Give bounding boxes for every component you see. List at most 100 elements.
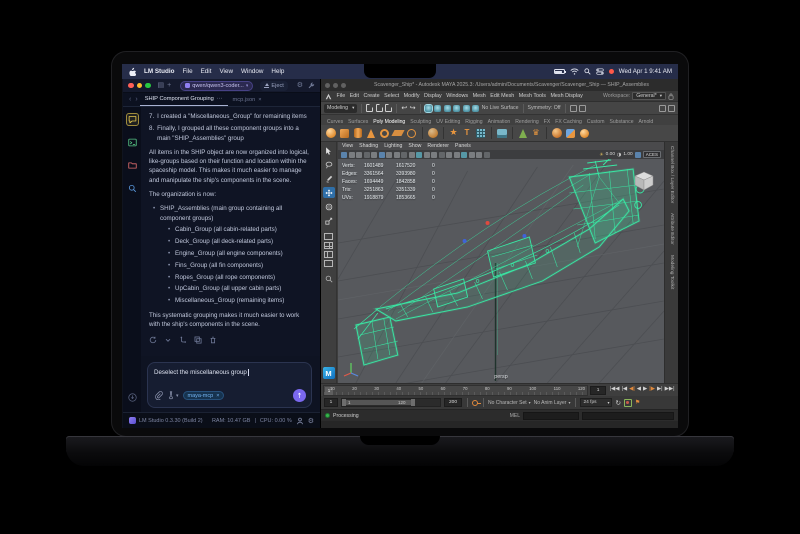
minimize-window-button[interactable] (333, 82, 338, 88)
zoom-window-button[interactable] (341, 82, 346, 88)
range-start-handle[interactable] (342, 399, 346, 406)
tab-back-icon[interactable]: ‹ (129, 96, 131, 103)
resolution-gate-icon[interactable] (476, 151, 482, 158)
tab-attribute-editor[interactable]: Attribute Editor (669, 213, 674, 245)
color-management-icon[interactable] (634, 151, 641, 158)
sculpt-brush-icon[interactable] (552, 128, 563, 139)
polytorus-icon[interactable] (379, 128, 390, 139)
exposure-icon[interactable]: ☀ (599, 152, 603, 158)
shelf-tab-poly-modeling[interactable]: Poly Modeling (373, 119, 405, 125)
layout-outliner-pane-icon[interactable] (324, 260, 333, 267)
attach-file-icon[interactable] (154, 391, 163, 400)
panel-menu-renderer[interactable]: Renderer (427, 143, 449, 149)
nav-developer-icon[interactable] (126, 136, 139, 149)
tab-ship-component-grouping[interactable]: SHIP Component Grouping ⋯ (139, 93, 228, 106)
scale-tool-icon[interactable] (323, 215, 335, 226)
lasso-tool-icon[interactable] (323, 159, 335, 170)
nav-discover-icon[interactable] (126, 182, 139, 195)
new-chat-icon[interactable]: + (167, 82, 171, 89)
menubar-clock[interactable]: Wed Apr 1 9:41 AM (619, 68, 672, 75)
menubar-item-edit[interactable]: Edit (201, 68, 212, 75)
lock-camera-icon[interactable] (348, 151, 355, 158)
depth-of-field-icon[interactable] (438, 151, 445, 158)
shelf-tab-custom[interactable]: Custom (587, 119, 605, 125)
snap-to-point-icon[interactable] (443, 104, 451, 112)
exposure-value[interactable]: 0.00 (606, 152, 615, 157)
send-button[interactable]: ↑ (293, 389, 306, 402)
maya-menu-mesh-display[interactable]: Mesh Display (550, 93, 582, 99)
shelf-tab-rendering[interactable]: Rendering (515, 119, 539, 125)
delete-icon[interactable] (209, 336, 217, 344)
wireframe-mode-icon[interactable] (378, 151, 385, 158)
snap-to-curve-icon[interactable] (434, 104, 442, 112)
settings-gear-icon[interactable]: ⚙ (297, 81, 303, 90)
film-gate-icon[interactable] (468, 151, 475, 158)
nav-chat-icon[interactable] (125, 113, 139, 126)
rotate-tool-icon[interactable] (323, 201, 335, 212)
menubar-app-name[interactable]: LM Studio (144, 68, 174, 75)
regenerate-icon[interactable] (149, 336, 157, 344)
menubar-item-window[interactable]: Window (241, 68, 263, 75)
isolate-select-icon[interactable] (446, 151, 452, 158)
maya-menu-edit[interactable]: Edit (350, 93, 359, 99)
record-indicator-icon[interactable] (608, 69, 614, 74)
go-to-end-icon[interactable]: ▶▶| (664, 387, 675, 393)
tab-forward-icon[interactable]: › (135, 96, 137, 103)
shelf-tab-substance[interactable]: Substance (609, 119, 633, 125)
panel-menu-view[interactable]: View (342, 143, 353, 149)
shelf-tab-rigging[interactable]: Rigging (465, 119, 482, 125)
maya-menu-windows[interactable]: Windows (446, 93, 468, 99)
panel-menu-show[interactable]: Show (408, 143, 421, 149)
render-icon[interactable] (569, 104, 577, 112)
viewport[interactable]: Verts: 1601489 1617520 0 Edges: 3361564 33939… (338, 159, 664, 383)
nav-models-folder-icon[interactable] (126, 159, 139, 172)
wrench-icon[interactable] (307, 82, 315, 90)
paint-select-tool-icon[interactable] (323, 173, 335, 184)
battery-icon[interactable] (553, 69, 566, 74)
select-tool-icon[interactable] (323, 145, 335, 156)
gate-mask-icon[interactable] (483, 151, 490, 158)
image-plane-icon[interactable] (371, 151, 377, 158)
settings-gear-icon[interactable]: ⚙ (308, 417, 314, 425)
sidebar-toggle-icon[interactable]: ▤ (158, 82, 165, 89)
symmetry-toggle[interactable]: Symmetry: Off (528, 105, 561, 111)
xray-icon[interactable] (453, 151, 460, 158)
select-camera-icon[interactable] (341, 151, 347, 158)
mel-label[interactable]: MEL (510, 413, 520, 419)
multicut-icon[interactable] (496, 128, 507, 139)
maya-menu-mesh[interactable]: Mesh (473, 93, 486, 99)
current-frame-field[interactable]: 1 (590, 385, 607, 395)
branch-icon[interactable] (179, 336, 187, 344)
shaded-mode-icon[interactable] (386, 151, 392, 158)
user-icon[interactable] (296, 417, 304, 425)
snap-to-projected-center-icon[interactable] (453, 104, 461, 112)
snap-to-view-plane-icon[interactable] (462, 104, 470, 112)
view-cube[interactable] (632, 169, 656, 193)
copy-icon[interactable] (194, 336, 202, 344)
character-set-dropdown[interactable]: No Character Set ▾ (488, 400, 531, 406)
spotlight-search-icon[interactable] (584, 68, 591, 75)
range-end-handle[interactable] (411, 399, 415, 406)
snap-to-grid-icon[interactable] (423, 103, 433, 113)
platonic-star-icon[interactable]: ★ (448, 128, 459, 139)
camera-attributes-icon[interactable] (356, 151, 362, 158)
range-slider[interactable]: 1 120 (341, 398, 441, 407)
download-icon[interactable] (126, 391, 139, 404)
minimize-window-button[interactable] (136, 82, 142, 89)
maya-menu-create[interactable]: Create (363, 93, 379, 99)
play-forwards-icon[interactable]: ▶ (643, 387, 648, 393)
type-tool-icon[interactable]: T (462, 128, 473, 139)
expand-icon[interactable] (164, 336, 172, 344)
new-scene-icon[interactable] (366, 104, 374, 112)
quad-draw-icon[interactable] (517, 128, 528, 139)
maya-menu-modify[interactable]: Modify (404, 93, 420, 99)
redo-icon[interactable]: ↪ (410, 104, 416, 112)
animation-prefs-icon[interactable]: ⚑ (635, 399, 640, 406)
tab-modeling-toolkit[interactable]: Modeling Toolkit (669, 255, 674, 289)
multisampling-icon[interactable] (431, 151, 437, 158)
menubar-item-file[interactable]: File (182, 68, 192, 75)
chip-remove-icon[interactable]: × (216, 393, 219, 399)
mcp-chip[interactable]: maya-mcp × (182, 391, 225, 400)
tab-channel-box[interactable]: Channel Box / Layer Editor (669, 146, 674, 203)
polycube-icon[interactable] (339, 128, 350, 139)
